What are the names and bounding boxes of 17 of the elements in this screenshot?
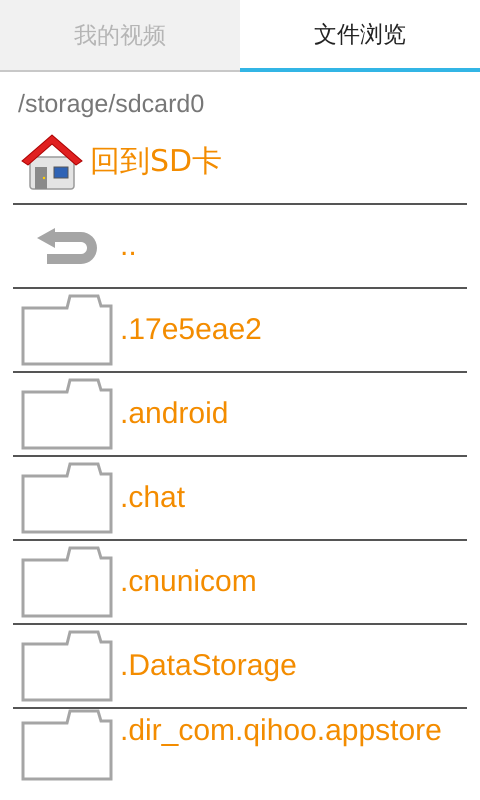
- back-arrow-icon: [34, 226, 98, 266]
- folder-icon: [20, 709, 112, 781]
- home-link[interactable]: 回到SD卡: [90, 140, 222, 182]
- parent-folder-item[interactable]: ..: [120, 228, 450, 264]
- folder-name[interactable]: .chat: [120, 480, 450, 516]
- folder-name[interactable]: .cnunicom: [120, 564, 450, 600]
- folder-icon: [20, 546, 112, 618]
- folder-name[interactable]: .android: [120, 396, 450, 432]
- folder-icon: [20, 294, 112, 366]
- path-text: /storage/sdcard0: [17, 89, 206, 119]
- folder-name[interactable]: .17e5eae2: [120, 312, 450, 348]
- folder-icon: [20, 378, 112, 450]
- tab[interactable]: 我的视频: [0, 0, 240, 72]
- folder-name[interactable]: .dir_com.qihoo.appstore: [120, 709, 450, 749]
- folder-name[interactable]: .DataStorage: [120, 648, 450, 684]
- folder-icon: [20, 630, 112, 702]
- folder-icon: [20, 462, 112, 534]
